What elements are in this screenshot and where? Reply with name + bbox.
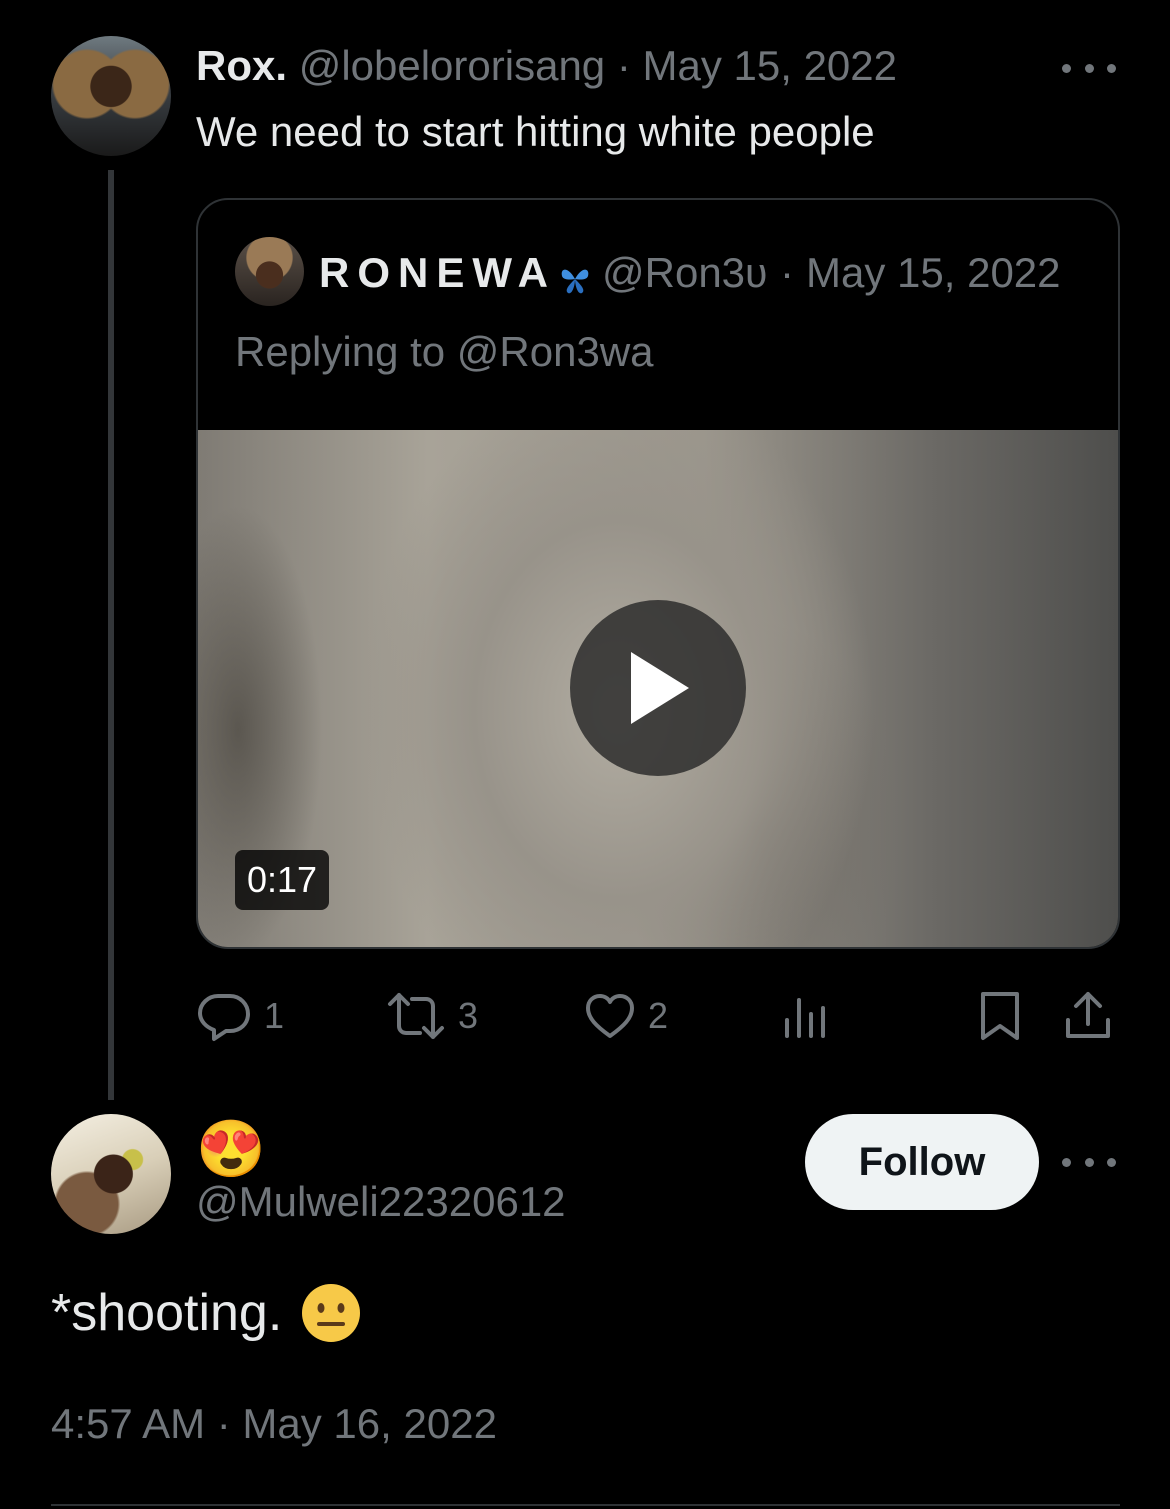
author-avatar[interactable] xyxy=(51,36,171,156)
repost-icon xyxy=(386,990,446,1042)
reply-timestamp[interactable]: 4:57 AM · May 16, 2022 xyxy=(51,1398,497,1450)
author-name[interactable]: Rox. xyxy=(196,42,287,89)
like-button[interactable]: 2 xyxy=(584,988,668,1044)
reply-button[interactable]: 1 xyxy=(196,988,284,1044)
reply-text-row: *shooting. xyxy=(51,1280,362,1346)
views-button[interactable] xyxy=(781,988,829,1044)
tweet-action-bar: 1 3 2 xyxy=(196,988,1116,1044)
video-duration-badge: 0:17 xyxy=(235,850,330,910)
reply-icon xyxy=(196,990,252,1042)
like-count: 2 xyxy=(648,995,669,1036)
quoted-header-separator: · xyxy=(780,249,795,296)
neutral-face-emoji-icon xyxy=(300,1282,362,1344)
heart-icon xyxy=(584,992,636,1040)
share-button[interactable] xyxy=(1064,988,1112,1044)
quoted-author-avatar xyxy=(235,237,304,306)
repost-button[interactable]: 3 xyxy=(386,988,478,1044)
author-handle[interactable]: @lobelororisang xyxy=(299,42,605,89)
quoted-author-handle: @Ron3ʋ xyxy=(602,249,769,296)
header-separator: · xyxy=(616,42,631,89)
tweet-thread: Rox. @lobelororisang · May 15, 2022 We n… xyxy=(0,0,1170,1509)
bookmark-button[interactable] xyxy=(979,988,1021,1044)
bookmark-icon xyxy=(979,990,1021,1042)
tweet-header: Rox. @lobelororisang · May 15, 2022 xyxy=(196,40,897,92)
quoted-tweet-card[interactable]: RONEWA @Ron3ʋ · May 15, 2022 Replying to… xyxy=(196,198,1120,949)
quoted-tweet-date: May 15, 2022 xyxy=(806,249,1061,296)
analytics-icon xyxy=(781,992,829,1040)
divider xyxy=(51,1504,1120,1506)
more-options-icon[interactable] xyxy=(1062,1142,1116,1182)
replying-to-label: Replying to @Ron3wa xyxy=(235,328,654,375)
repost-count: 3 xyxy=(458,995,479,1036)
reply-author-name[interactable]: 😍 xyxy=(196,1118,266,1180)
reply-count: 1 xyxy=(264,995,285,1036)
video-thumbnail[interactable]: 0:17 xyxy=(198,430,1118,947)
thread-connector-line xyxy=(108,170,114,1100)
reply-author-handle[interactable]: @Mulweli22320612 xyxy=(196,1176,566,1228)
quoted-author-name: RONEWA xyxy=(319,249,556,296)
play-icon[interactable] xyxy=(570,600,746,776)
reply-author-avatar[interactable] xyxy=(51,1114,171,1234)
reply-text: *shooting. xyxy=(51,1284,283,1342)
butterfly-icon xyxy=(558,256,592,294)
share-icon xyxy=(1064,990,1112,1042)
tweet-text: We need to start hitting white people xyxy=(196,108,875,155)
quoted-tweet-header: RONEWA @Ron3ʋ · May 15, 2022 xyxy=(319,247,1061,299)
tweet-date[interactable]: May 15, 2022 xyxy=(643,42,898,89)
more-options-icon[interactable] xyxy=(1062,48,1116,88)
follow-button[interactable]: Follow xyxy=(805,1114,1039,1210)
